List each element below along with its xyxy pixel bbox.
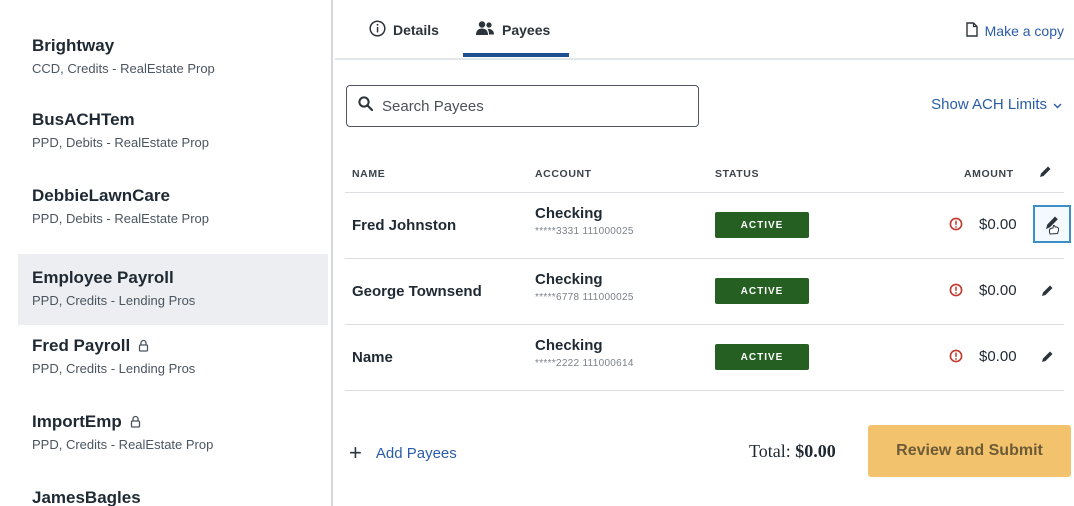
template-list-item[interactable]: DebbieLawnCare PPD, Debits - RealEstate P… <box>18 186 328 226</box>
account-type: Checking <box>535 205 603 222</box>
tab-details-label: Details <box>393 22 439 38</box>
add-payees-button[interactable]: + Add Payees <box>349 442 457 464</box>
payee-name: George Townsend <box>352 283 482 300</box>
add-payees-label: Add Payees <box>375 444 457 462</box>
info-circle-icon <box>369 20 386 40</box>
template-description: PPD, Debits - RealEstate Prop <box>32 211 210 226</box>
template-name-text: JamesBagles <box>32 488 141 506</box>
alert-circle-icon[interactable] <box>949 217 963 236</box>
template-name: Employee Payroll <box>32 268 328 288</box>
account-number: *****3331 111000025 <box>535 226 634 237</box>
template-name-text: Employee Payroll <box>32 268 174 287</box>
payment-template-sidebar: Brightway CCD, Credits - RealEstate Prop B… <box>0 0 333 506</box>
total-value: $0.00 <box>795 441 836 461</box>
template-name-text: Fred Payroll <box>32 336 131 355</box>
pencil-icon[interactable] <box>1035 345 1059 369</box>
template-description: PPD, Credits - Lending Pros <box>32 293 196 308</box>
payee-amount[interactable]: $0.00 <box>979 348 1017 365</box>
edit-all-amounts-pencil-icon[interactable] <box>1033 160 1057 184</box>
alert-circle-icon[interactable] <box>949 283 963 302</box>
status-badge: ACTIVE <box>715 344 809 370</box>
total-label: Total: <box>749 441 791 461</box>
total-amount: Total: $0.00 <box>749 441 836 462</box>
account-number: *****6778 111000025 <box>535 292 634 303</box>
pencil-icon[interactable] <box>1035 279 1059 303</box>
lock-icon <box>138 339 150 353</box>
alert-circle-icon[interactable] <box>949 349 963 368</box>
account-type: Checking <box>535 271 603 288</box>
search-input[interactable] <box>382 97 662 115</box>
template-description: PPD, Debits - RealEstate Prop <box>32 135 210 150</box>
document-icon <box>965 22 978 40</box>
chevron-down-icon <box>1053 96 1062 113</box>
account-number: *****2222 111000614 <box>535 358 634 369</box>
template-name: Brightway <box>32 36 328 56</box>
payee-amount[interactable]: $0.00 <box>979 216 1017 233</box>
show-ach-limits-label: Show ACH Limits <box>931 96 1047 113</box>
lock-icon <box>130 415 142 429</box>
template-name: Fred Payroll <box>32 336 328 356</box>
tab-payees[interactable]: Payees <box>475 20 550 39</box>
account-type: Checking <box>535 337 603 354</box>
tab-bar: Details Payees Make a copy <box>335 0 1074 60</box>
column-header-status: STATUS <box>715 168 760 180</box>
template-list-item[interactable]: Fred Payroll PPD, Credits - Lending Pros <box>18 336 328 376</box>
template-list-item[interactable]: ImportEmp PPD, Credits - RealEstate Prop <box>18 412 328 452</box>
status-badge: ACTIVE <box>715 212 809 238</box>
search-icon <box>358 96 374 116</box>
table-row: Fred Johnston Checking *****3331 111000025… <box>345 193 1071 259</box>
pencil-icon[interactable] <box>1033 205 1071 243</box>
template-list-item[interactable]: BusACHTem PPD, Debits - RealEstate Prop <box>18 110 328 150</box>
template-description: CCD, Credits - RealEstate Prop <box>32 61 215 76</box>
template-name-text: DebbieLawnCare <box>32 186 170 205</box>
review-and-submit-button[interactable]: Review and Submit <box>868 425 1071 477</box>
template-list-item[interactable]: Brightway CCD, Credits - RealEstate Prop <box>18 36 328 76</box>
template-list-item[interactable]: Employee Payroll PPD, Credits - Lending P… <box>18 254 328 325</box>
template-description: PPD, Credits - RealEstate Prop <box>32 437 214 452</box>
status-badge: ACTIVE <box>715 278 809 304</box>
template-name-text: ImportEmp <box>32 412 122 431</box>
tab-details[interactable]: Details <box>369 20 439 40</box>
payee-amount[interactable]: $0.00 <box>979 282 1017 299</box>
column-header-amount: AMOUNT <box>964 168 1014 180</box>
main-panel: Details Payees Make a copy Show ACH Limi… <box>335 0 1074 506</box>
users-icon <box>475 20 495 39</box>
template-name-text: Brightway <box>32 36 115 55</box>
template-name-text: BusACHTem <box>32 110 135 129</box>
payee-name: Name <box>352 349 393 366</box>
search-field[interactable] <box>346 85 699 127</box>
template-list-item[interactable]: JamesBagles <box>18 488 328 506</box>
make-a-copy-label: Make a copy <box>984 23 1064 39</box>
plus-icon: + <box>349 440 362 465</box>
table-row: Name Checking *****2222 111000614 ACTIVE $0.… <box>345 325 1064 391</box>
template-name: DebbieLawnCare <box>32 186 328 206</box>
template-name: JamesBagles <box>32 488 328 506</box>
show-ach-limits-dropdown[interactable]: Show ACH Limits <box>931 96 1062 113</box>
tab-payees-label: Payees <box>502 21 551 38</box>
template-name: BusACHTem <box>32 110 328 130</box>
template-name: ImportEmp <box>32 412 328 432</box>
template-description: PPD, Credits - Lending Pros <box>32 361 196 376</box>
table-row: George Townsend Checking *****6778 1110000… <box>345 259 1064 325</box>
column-header-name: NAME <box>352 168 386 180</box>
make-a-copy-link[interactable]: Make a copy <box>965 22 1064 40</box>
payee-name: Fred Johnston <box>352 217 457 234</box>
column-header-account: ACCOUNT <box>535 168 592 180</box>
active-tab-indicator <box>463 53 569 57</box>
